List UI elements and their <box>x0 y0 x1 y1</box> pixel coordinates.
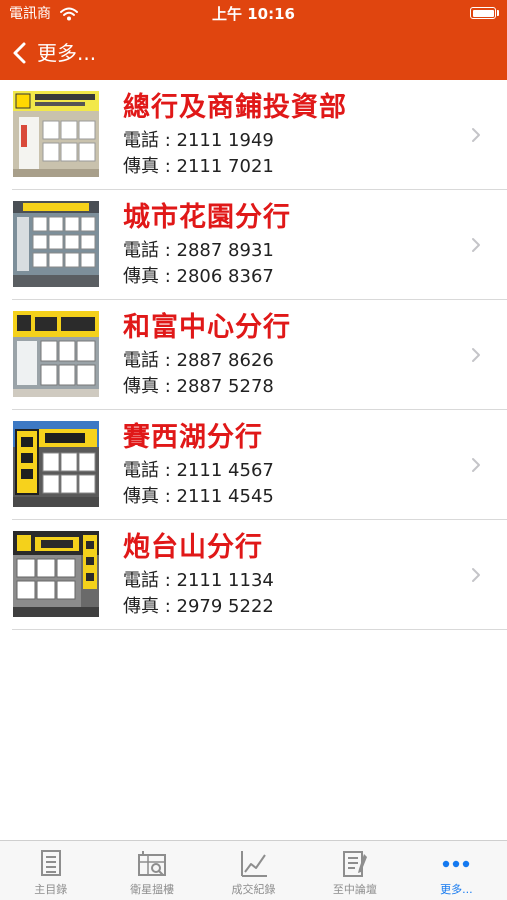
branch-photo <box>13 531 99 617</box>
more-dots-icon <box>443 860 470 868</box>
branch-name: 賽西湖分行 <box>123 422 263 453</box>
line-chart-icon <box>240 851 267 877</box>
branch-phone: 電話 : 2887 8931 <box>123 240 274 261</box>
branch-phone: 電話 : 2887 8626 <box>123 350 274 371</box>
battery-tip <box>497 10 499 16</box>
branch-fax: 傳真 : 2979 5222 <box>123 596 274 617</box>
back-label: 更多... <box>37 41 97 65</box>
chevron-left-icon <box>13 42 26 64</box>
branch-name: 總行及商鋪投資部 <box>123 92 347 123</box>
branch-list: 總行及商鋪投資部 電話 : 2111 1949 傳真 : 2111 7021 城… <box>0 80 507 630</box>
list-icon <box>40 850 61 876</box>
chevron-right-icon <box>472 568 480 582</box>
tab-bar: 主目錄 衛星搵樓 成交紀錄 至中論壇 更多... <box>0 840 507 900</box>
tab-label: 主目錄 <box>34 883 68 896</box>
tab-more[interactable]: 更多... <box>406 841 507 900</box>
branch-row-city-garden[interactable]: 城市花園分行 電話 : 2887 8931 傳真 : 2806 8367 <box>0 190 507 300</box>
branch-fax: 傳真 : 2887 5278 <box>123 376 274 397</box>
tab-label: 更多... <box>440 883 473 896</box>
chevron-right-icon <box>472 238 480 252</box>
status-time: 上午 10:16 <box>212 5 295 23</box>
tab-label: 衛星搵樓 <box>130 883 175 896</box>
tab-label: 至中論壇 <box>332 883 377 896</box>
row-divider <box>12 629 507 630</box>
chevron-right-icon <box>472 458 480 472</box>
branch-row-heng-fa[interactable]: 和富中心分行 電話 : 2887 8626 傳真 : 2887 5278 <box>0 300 507 410</box>
branch-photo <box>13 201 99 287</box>
battery-icon <box>470 7 496 19</box>
branch-row-provident[interactable]: 賽西湖分行 電話 : 2111 4567 傳真 : 2111 4545 <box>0 410 507 520</box>
branch-photo <box>13 421 99 507</box>
branch-phone: 電話 : 2111 4567 <box>123 460 274 481</box>
satellite-map-icon <box>138 851 167 876</box>
navigation-bar: 更多... <box>0 32 507 72</box>
branch-row-head-office[interactable]: 總行及商鋪投資部 電話 : 2111 1949 傳真 : 2111 7021 <box>0 80 507 190</box>
tab-label: 成交紀錄 <box>231 883 276 896</box>
back-button[interactable]: 更多... <box>10 38 96 68</box>
app-header: 電訊商 上午 10:16 更多... <box>0 0 507 80</box>
branch-row-fortress-hill[interactable]: 炮台山分行 電話 : 2111 1134 傳真 : 2979 5222 <box>0 520 507 630</box>
chevron-right-icon <box>472 128 480 142</box>
branch-photo <box>13 91 99 177</box>
tab-main-menu[interactable]: 主目錄 <box>0 841 101 900</box>
branch-name: 和富中心分行 <box>123 312 291 343</box>
chevron-right-icon <box>472 348 480 362</box>
forum-notes-icon <box>342 851 367 877</box>
branch-photo <box>13 311 99 397</box>
branch-phone: 電話 : 2111 1134 <box>123 570 274 591</box>
tab-forum[interactable]: 至中論壇 <box>304 841 405 900</box>
tab-transaction-records[interactable]: 成交紀錄 <box>203 841 304 900</box>
branch-fax: 傳真 : 2111 7021 <box>123 156 274 177</box>
branch-name: 城市花園分行 <box>123 202 291 233</box>
branch-phone: 電話 : 2111 1949 <box>123 130 274 151</box>
tab-satellite-search[interactable]: 衛星搵樓 <box>101 841 202 900</box>
branch-name: 炮台山分行 <box>123 532 263 563</box>
branch-fax: 傳真 : 2111 4545 <box>123 486 274 507</box>
branch-fax: 傳真 : 2806 8367 <box>123 266 274 287</box>
status-bar: 電訊商 上午 10:16 <box>0 0 507 28</box>
